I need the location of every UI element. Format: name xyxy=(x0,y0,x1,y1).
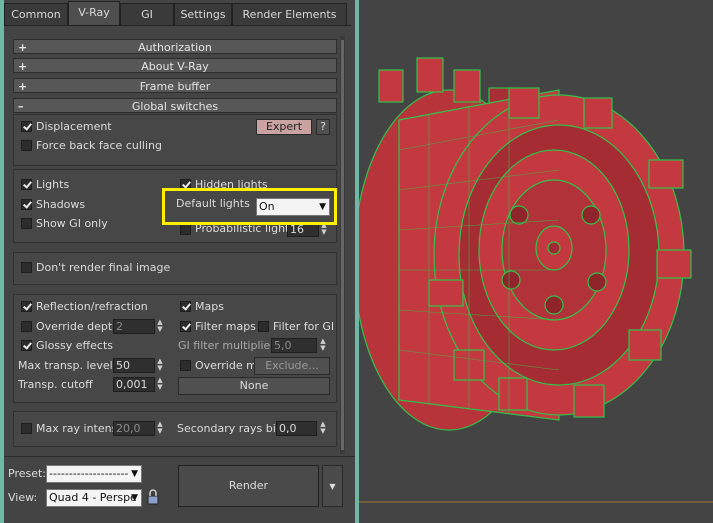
preset-label: Preset: xyxy=(8,467,47,480)
reflection-refraction-label: Reflection/refraction xyxy=(36,300,148,313)
footer-divider xyxy=(4,456,355,457)
filter-maps-checkbox[interactable] xyxy=(180,321,191,332)
override-depth-input[interactable]: 2 xyxy=(113,319,155,334)
override-depth-label: Override depth xyxy=(36,320,120,333)
expand-icon: + xyxy=(18,41,28,54)
rollout-title: About V-Ray xyxy=(141,60,209,73)
max-transp-levels-input[interactable]: 50 xyxy=(113,358,155,373)
transp-cutoff-label: Transp. cutoff xyxy=(18,378,93,391)
max-ray-intens-checkbox[interactable] xyxy=(21,423,32,434)
gi-filter-multiplier-input[interactable]: 5,0 xyxy=(271,338,317,353)
dont-render-final-label: Don't render final image xyxy=(36,261,171,274)
transp-cutoff-input[interactable]: 0,001 xyxy=(113,377,155,392)
rollout-authorization[interactable]: + Authorization xyxy=(13,39,337,54)
expert-button[interactable]: Expert xyxy=(256,119,312,135)
force-back-face-culling-checkbox[interactable] xyxy=(21,140,32,151)
default-lights-label: Default lights xyxy=(176,197,250,210)
glossy-effects-checkbox[interactable] xyxy=(21,340,32,351)
spinner-arrows-icon[interactable]: ▲ ▼ xyxy=(155,319,165,334)
spinner-arrows-icon[interactable]: ▲ ▼ xyxy=(155,421,165,436)
rollout-global-switches[interactable]: – Global switches xyxy=(13,98,337,113)
tab-vray[interactable]: V-Ray xyxy=(68,1,120,25)
help-button[interactable]: ? xyxy=(316,119,330,135)
spinner-arrows-icon[interactable]: ▲ ▼ xyxy=(318,338,328,353)
force-back-face-culling-label: Force back face culling xyxy=(36,139,162,152)
glossy-effects-label: Glossy effects xyxy=(36,339,113,352)
chevron-down-icon: ▼ xyxy=(329,482,336,491)
reflection-refraction-checkbox[interactable] xyxy=(21,301,32,312)
rollout-frame-buffer[interactable]: + Frame buffer xyxy=(13,78,337,93)
exclude-button[interactable]: Exclude... xyxy=(254,357,330,375)
show-gi-only-label: Show GI only xyxy=(36,217,108,230)
max-ray-intens-input[interactable]: 20,0 xyxy=(113,421,155,436)
view-dropdown[interactable]: Quad 4 - Perspe ▼ xyxy=(46,489,142,507)
gear-model-render xyxy=(359,57,713,503)
override-mtl-checkbox[interactable] xyxy=(180,360,191,371)
tab-settings[interactable]: Settings xyxy=(174,3,232,25)
dont-render-final-checkbox[interactable] xyxy=(21,262,32,273)
maps-checkbox[interactable] xyxy=(180,301,191,312)
view-label: View: xyxy=(8,491,38,504)
displacement-label: Displacement xyxy=(36,120,112,133)
rollout-title: Authorization xyxy=(138,41,212,54)
lights-label: Lights xyxy=(36,178,70,191)
tab-divider xyxy=(4,25,351,26)
max-ray-intens-label: Max ray intens xyxy=(36,422,118,435)
secondary-rays-bias-label: Secondary rays bias xyxy=(177,422,289,435)
displacement-checkbox[interactable] xyxy=(21,121,32,132)
rollout-title: Frame buffer xyxy=(139,80,211,93)
spinner-arrows-icon[interactable]: ▲ ▼ xyxy=(155,358,165,373)
preset-value: -------------------- xyxy=(49,467,129,480)
chevron-down-icon: ▼ xyxy=(131,469,138,479)
view-value: Quad 4 - Perspe xyxy=(49,491,137,504)
rollout-about[interactable]: + About V-Ray xyxy=(13,58,337,73)
preset-dropdown[interactable]: -------------------- ▼ xyxy=(46,465,142,483)
lock-icon[interactable] xyxy=(146,488,160,506)
default-lights-dropdown[interactable]: On ▼ xyxy=(256,198,330,216)
probabilistic-lights-checkbox[interactable] xyxy=(180,224,191,235)
perspective-viewport[interactable] xyxy=(359,0,713,523)
gi-filter-multiplier-label: GI filter multiplier xyxy=(178,339,275,352)
show-gi-only-checkbox[interactable] xyxy=(21,218,32,229)
lights-checkbox[interactable] xyxy=(21,179,32,190)
expand-icon: + xyxy=(18,60,28,73)
chevron-down-icon: ▼ xyxy=(131,493,138,503)
chevron-down-icon: ▼ xyxy=(319,202,326,212)
spinner-arrows-icon[interactable]: ▲ ▼ xyxy=(155,377,165,392)
filter-for-gi-label: Filter for GI xyxy=(273,320,335,333)
secondary-rays-bias-input[interactable]: 0,0 xyxy=(276,421,317,436)
tab-gi[interactable]: GI xyxy=(120,3,174,25)
shadows-label: Shadows xyxy=(36,198,86,211)
expand-icon: + xyxy=(18,80,28,93)
maps-label: Maps xyxy=(195,300,224,313)
tab-render-elements[interactable]: Render Elements xyxy=(232,3,347,25)
default-lights-value: On xyxy=(259,200,275,213)
shadows-checkbox[interactable] xyxy=(21,199,32,210)
scrollbar-thumb[interactable] xyxy=(341,40,344,450)
override-depth-checkbox[interactable] xyxy=(21,321,32,332)
max-transp-levels-label: Max transp. levels xyxy=(18,359,119,372)
override-material-none-button[interactable]: None xyxy=(178,377,330,395)
render-options-button[interactable]: ▼ xyxy=(322,465,343,507)
render-button[interactable]: Render xyxy=(178,465,319,507)
rollout-title: Global switches xyxy=(131,100,219,113)
filter-maps-label: Filter maps xyxy=(195,320,256,333)
filter-for-gi-checkbox[interactable] xyxy=(258,321,269,332)
spinner-arrows-icon[interactable]: ▲ ▼ xyxy=(318,421,328,436)
collapse-icon: – xyxy=(18,100,24,113)
tab-common[interactable]: Common xyxy=(4,3,68,25)
